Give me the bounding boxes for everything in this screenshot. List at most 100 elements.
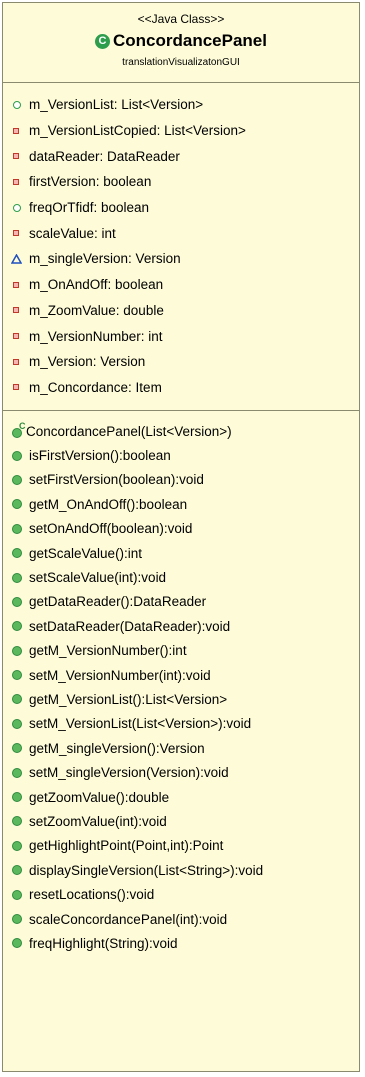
constructor-icon: C (11, 421, 26, 439)
public-method-icon (11, 767, 23, 779)
attribute-text: m_OnAndOff: boolean (29, 277, 164, 293)
attribute-row[interactable]: scaleValue: int (3, 220, 359, 246)
method-text: getDataReader():DataReader (29, 594, 207, 610)
method-text: getM_OnAndOff():boolean (29, 496, 188, 512)
public-method-icon (11, 791, 23, 803)
public-method-icon (11, 840, 23, 852)
public-method-icon (11, 523, 23, 535)
attribute-text: m_singleVersion: Version (29, 251, 181, 267)
method-row[interactable]: setM_singleVersion(Version):void (3, 760, 359, 784)
method-row[interactable]: displaySingleVersion(List<String>):void (3, 858, 359, 882)
public-method-icon (11, 913, 23, 925)
attribute-row[interactable]: m_OnAndOff: boolean (3, 272, 359, 298)
class-package: translationVisualizatonGUI (122, 57, 240, 68)
method-row[interactable]: scaleConcordancePanel(int):void (3, 907, 359, 931)
package-field-icon (11, 253, 23, 265)
public-method-icon (11, 693, 23, 705)
private-field-icon (11, 279, 23, 291)
method-text: displaySingleVersion(List<String>):void (29, 862, 264, 878)
private-field-icon (11, 304, 23, 316)
method-text: setDataReader(DataReader):void (29, 618, 231, 634)
attribute-row[interactable]: m_ZoomValue: double (3, 298, 359, 324)
method-row[interactable]: getM_singleVersion():Version (3, 736, 359, 760)
public-method-icon (11, 937, 23, 949)
attribute-text: freqOrTfidf: boolean (29, 200, 150, 216)
private-field-icon (11, 125, 23, 137)
public-method-icon (11, 620, 23, 632)
public-method-icon (11, 498, 23, 510)
attribute-row[interactable]: firstVersion: boolean (3, 169, 359, 195)
class-stereotype: <<Java Class>> (137, 12, 225, 26)
method-row[interactable]: getM_VersionNumber():int (3, 639, 359, 663)
private-field-icon (11, 356, 23, 368)
public-method-icon (11, 474, 23, 486)
method-text: scaleConcordancePanel(int):void (29, 911, 228, 927)
attribute-row[interactable]: m_Concordance: Item (3, 375, 359, 401)
method-text: getScaleValue():int (29, 545, 143, 561)
attributes-compartment: m_VersionList: List<Version> m_VersionLis… (3, 83, 359, 411)
method-row[interactable]: getZoomValue():double (3, 785, 359, 809)
public-method-icon (11, 889, 23, 901)
method-text: getM_VersionList():List<Version> (29, 691, 228, 707)
method-text: setM_VersionList(List<Version>):void (29, 716, 252, 732)
method-row[interactable]: setM_VersionNumber(int):void (3, 663, 359, 687)
methods-compartment: C ConcordancePanel(List<Version>) isFirstV… (3, 411, 359, 956)
method-row[interactable]: setScaleValue(int):void (3, 565, 359, 589)
method-text: ConcordancePanel(List<Version>) (26, 423, 232, 439)
class-header: <<Java Class>> C ConcordancePanel transl… (3, 3, 359, 83)
private-field-icon (11, 227, 23, 239)
method-text: getZoomValue():double (29, 789, 170, 805)
attribute-text: firstVersion: boolean (29, 174, 152, 190)
method-row[interactable]: getM_OnAndOff():boolean (3, 492, 359, 516)
method-row[interactable]: getScaleValue():int (3, 541, 359, 565)
attribute-row[interactable]: m_Version: Version (3, 349, 359, 375)
method-text: setFirstVersion(boolean):void (29, 472, 204, 488)
class-title: C ConcordancePanel (3, 29, 359, 53)
public-method-icon (11, 718, 23, 730)
method-row[interactable]: getHighlightPoint(Point,int):Point (3, 834, 359, 858)
method-row[interactable]: isFirstVersion():boolean (3, 443, 359, 467)
attribute-text: m_ZoomValue: double (29, 302, 164, 318)
method-text: freqHighlight(String):void (29, 935, 178, 951)
method-row[interactable]: getM_VersionList():List<Version> (3, 687, 359, 711)
method-row[interactable]: setZoomValue(int):void (3, 809, 359, 833)
method-text: isFirstVersion():boolean (29, 448, 171, 464)
private-field-icon (11, 150, 23, 162)
method-text: resetLocations():void (29, 887, 155, 903)
method-row[interactable]: setFirstVersion(boolean):void (3, 468, 359, 492)
method-row[interactable]: setDataReader(DataReader):void (3, 614, 359, 638)
class-icon: C (95, 33, 110, 49)
public-method-icon (11, 645, 23, 657)
attribute-row[interactable]: m_singleVersion: Version (3, 246, 359, 272)
method-text: getM_VersionNumber():int (29, 643, 187, 659)
public-field-icon (11, 202, 23, 214)
public-method-icon (11, 864, 23, 876)
private-field-icon (11, 381, 23, 393)
method-row[interactable]: setM_VersionList(List<Version>):void (3, 712, 359, 736)
attribute-row[interactable]: m_VersionList: List<Version> (3, 92, 359, 118)
method-row[interactable]: freqHighlight(String):void (3, 931, 359, 955)
attribute-text: m_VersionNumber: int (29, 328, 163, 344)
method-text: getM_singleVersion():Version (29, 740, 205, 756)
attribute-row[interactable]: m_VersionListCopied: List<Version> (3, 118, 359, 144)
method-text: getHighlightPoint(Point,int):Point (29, 838, 224, 854)
public-method-icon (11, 742, 23, 754)
attribute-text: m_Concordance: Item (29, 379, 162, 395)
uml-class-box[interactable]: <<Java Class>> C ConcordancePanel transl… (2, 2, 360, 1072)
method-row[interactable]: resetLocations():void (3, 882, 359, 906)
method-text: setZoomValue(int):void (29, 813, 167, 829)
method-row[interactable]: getDataReader():DataReader (3, 590, 359, 614)
attribute-text: m_VersionListCopied: List<Version> (29, 123, 246, 139)
attribute-row[interactable]: dataReader: DataReader (3, 143, 359, 169)
attribute-text: m_VersionList: List<Version> (29, 97, 204, 113)
attribute-text: dataReader: DataReader (29, 148, 180, 164)
public-method-icon (11, 572, 23, 584)
constructor-row[interactable]: C ConcordancePanel(List<Version>) (3, 419, 359, 443)
method-text: setScaleValue(int):void (29, 570, 167, 586)
attribute-row[interactable]: freqOrTfidf: boolean (3, 195, 359, 221)
public-field-icon (11, 99, 23, 111)
attribute-row[interactable]: m_VersionNumber: int (3, 323, 359, 349)
class-name: ConcordancePanel (113, 31, 267, 50)
method-text: setM_singleVersion(Version):void (29, 765, 229, 781)
method-row[interactable]: setOnAndOff(boolean):void (3, 517, 359, 541)
